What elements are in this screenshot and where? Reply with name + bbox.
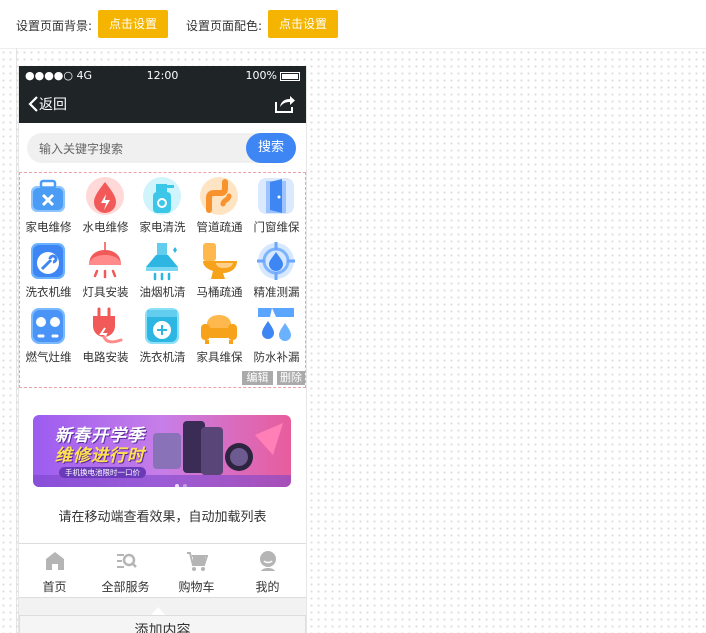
cart-icon [187,552,208,571]
battery-level: 100% [245,69,277,82]
grid-item-label: 灯具安装 [82,285,129,299]
lamp-icon [89,242,121,279]
washing-machine-icon [31,243,65,279]
service-grid: 家电维修 水电维修 家电清洗 管道疏通 门窗维保 洗衣机维 灯具安装 油烟机清 … [19,172,306,388]
tab-profile[interactable]: 我的 [232,544,303,597]
mobile-preview-tip: 请在移动端查看效果，自动加载列表 [58,510,267,525]
add-content-button[interactable]: 添加内容 [19,615,306,633]
battery-icon [280,71,300,81]
grid-item-label: 家电清洗 [139,220,186,234]
search-input[interactable] [37,133,241,165]
target-drop-icon [257,242,295,280]
back-button[interactable]: 返回 [27,94,67,114]
washer-clean-icon [145,308,179,344]
tab-label: 购物车 [178,580,215,594]
status-bar: ●●●●○ 4G 12:00 100% [19,66,306,86]
grid-item-leak-detect[interactable]: 精准测漏 [248,238,305,303]
gas-stove-icon [31,308,65,344]
sofa-icon [201,315,237,344]
search-bar: 搜索 [27,133,296,165]
grid-item-pipe-unclog[interactable]: 管道疏通 [191,173,248,238]
back-label: 返回 [39,97,67,113]
grid-item-appliance-repair[interactable]: 家电维修 [20,173,77,238]
tab-all-services[interactable]: 全部服务 [90,544,161,597]
grid-item-washer-repair[interactable]: 洗衣机维 [20,238,77,303]
leak-icon [258,308,294,341]
grid-item-label: 门窗维保 [253,220,300,234]
grid-item-label: 洗衣机维 [25,285,72,299]
grid-item-label: 水电维修 [82,220,129,234]
set-color-button[interactable]: 点击设置 [268,10,338,38]
service-list-icon [117,553,137,568]
user-icon [260,551,276,571]
home-icon [46,552,64,570]
share-icon [275,96,295,113]
grid-item-label: 家电维修 [25,220,72,234]
grid-item-label: 精准测漏 [253,285,300,299]
grid-item-gas-stove[interactable]: 燃气灶维 [20,303,77,368]
grid-item-waterproof-leak[interactable]: 防水补漏 [248,303,305,368]
tab-home[interactable]: 首页 [19,544,90,597]
promo-banner[interactable]: 新春开学季 维修进行时 手机换电池限时一口价 [33,415,291,487]
banner-headline-2: 维修进行时 [55,446,145,466]
grid-item-label: 油烟机清 [139,285,186,299]
divider [16,48,17,633]
add-content-area: 添加内容 [19,598,306,633]
grid-item-washer-clean[interactable]: 洗衣机清 [134,303,191,368]
banner-subtitle: 手机换电池限时一口价 [59,467,146,478]
grid-item-label: 管道疏通 [196,220,243,234]
set-background-button[interactable]: 点击设置 [98,10,168,38]
grid-item-lamp-install[interactable]: 灯具安装 [77,238,134,303]
add-content-pointer [151,607,165,615]
water-drop-icon [86,177,124,215]
tab-cart[interactable]: 购物车 [161,544,232,597]
grid-item-appliance-cleaning[interactable]: 家电清洗 [134,173,191,238]
chevron-left-icon [28,96,38,112]
spray-bottle-icon [143,177,181,215]
plug-icon [93,307,123,344]
door-icon [258,178,294,214]
toolbox-icon [31,179,65,212]
grid-item-label: 马桶疏通 [196,285,243,299]
page-background-label: 设置页面背景: [16,19,93,33]
grid-item-door-window[interactable]: 门窗维保 [248,173,305,238]
grid-item-label: 防水补漏 [253,350,300,364]
delete-button[interactable]: 删除 [277,371,305,385]
pipe-icon [200,177,238,215]
tab-label: 首页 [42,580,67,594]
battery-indicator: 100% [246,69,300,82]
edit-button[interactable]: 编辑 [242,371,273,385]
phone-preview: ●●●●○ 4G 12:00 100% 返回 搜索 家电维修 水电维修 [18,66,307,633]
grid-item-plumbing-electric[interactable]: 水电维修 [77,173,134,238]
grid-item-label: 家具维保 [196,350,243,364]
share-button[interactable] [274,94,296,117]
range-hood-icon [146,243,178,281]
page-color-label: 设置页面配色: [186,19,263,33]
tab-label: 全部服务 [101,580,150,594]
grid-item-circuit-install[interactable]: 电路安装 [77,303,134,368]
nav-bar: 返回 [19,86,306,123]
grid-item-label: 电路安装 [82,350,129,364]
search-button[interactable]: 搜索 [246,133,296,163]
grid-item-range-hood-clean[interactable]: 油烟机清 [134,238,191,303]
toilet-icon [203,243,237,279]
settings-toolbar: 设置页面背景: 点击设置 设置页面配色: 点击设置 [0,0,706,49]
carousel-dots [173,477,189,487]
grid-item-toilet-unclog[interactable]: 马桶疏通 [191,238,248,303]
bottom-tab-bar: 首页 全部服务 购物车 我的 [19,543,306,598]
grid-item-label: 洗衣机清 [139,350,186,364]
grid-item-label: 燃气灶维 [25,350,72,364]
grid-item-furniture-repair[interactable]: 家具维保 [191,303,248,368]
tab-label: 我的 [255,580,280,594]
